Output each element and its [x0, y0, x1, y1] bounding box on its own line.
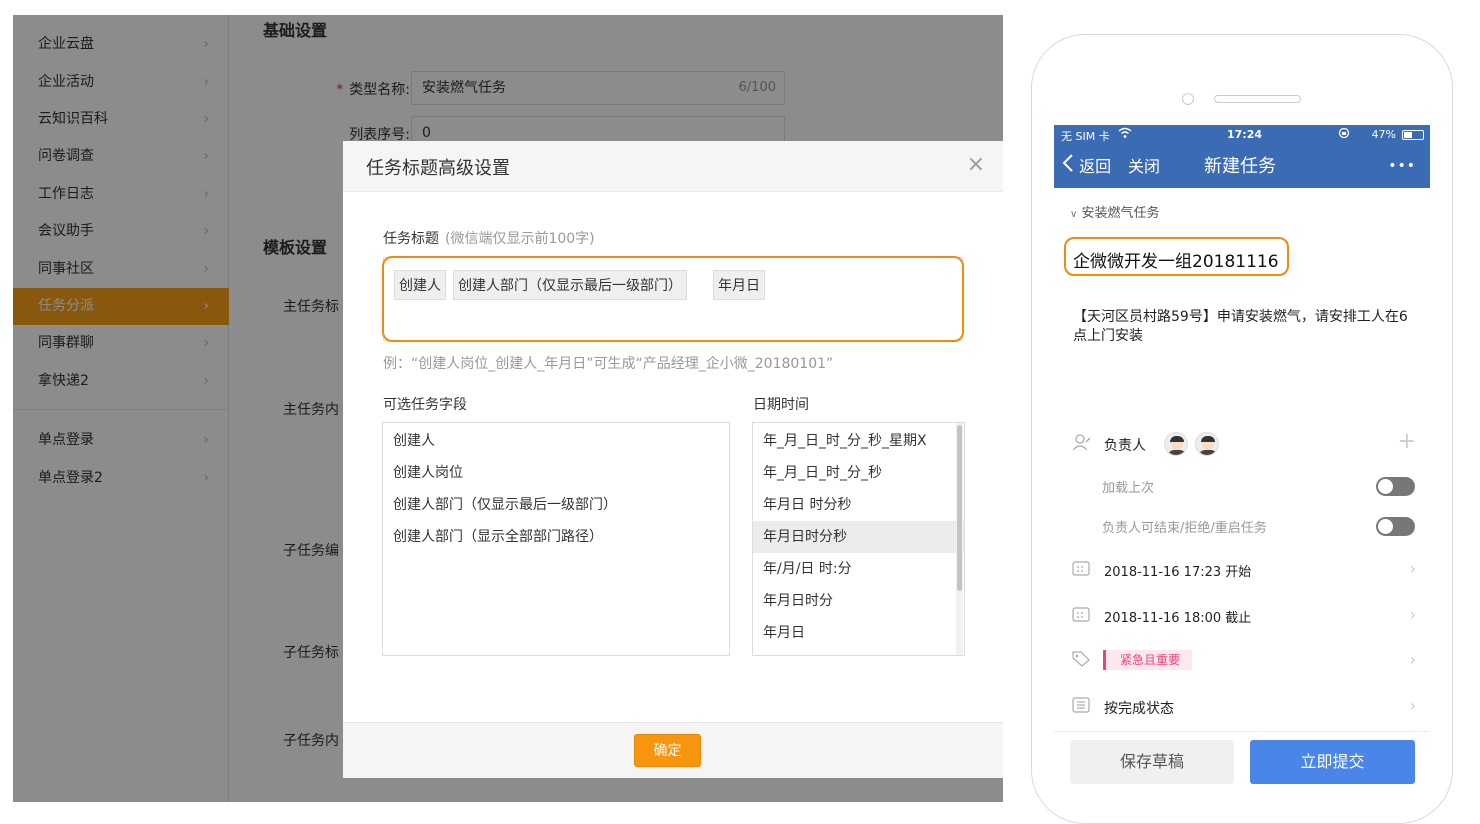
scrollbar-thumb[interactable]	[957, 425, 962, 591]
owner-row[interactable]: 负责人 +	[1054, 429, 1430, 459]
list-item[interactable]: 创建人部门（显示全部部门路径）	[383, 521, 729, 553]
datetime-label: 日期时间	[753, 397, 809, 413]
avatar[interactable]	[1195, 432, 1219, 456]
dialog-footer: 确定	[343, 722, 1003, 778]
task-title-label-text: 任务标题	[383, 231, 439, 247]
list-item[interactable]: 创建人部门（仅显示最后一级部门）	[383, 489, 729, 521]
confirm-button[interactable]: 确定	[634, 734, 701, 767]
task-title-label: 任务标题 (微信端仅显示前100字)	[383, 228, 595, 248]
owner-permission-row: 负责人可结束/拒绝/重启任务	[1054, 515, 1430, 537]
priority-badge: 紧急且重要	[1103, 650, 1193, 670]
task-type-label: 安装燃气任务	[1081, 206, 1160, 221]
list-item[interactable]: 年/月/日 时:分	[753, 553, 964, 585]
list-item[interactable]: 年_月_日_时_分_秒_星期X	[753, 425, 964, 457]
fields-label: 可选任务字段	[383, 397, 467, 413]
task-type-selector[interactable]: ∨ 安装燃气任务	[1070, 202, 1430, 221]
list-icon	[1072, 697, 1090, 717]
battery-level	[1404, 132, 1412, 138]
chevron-right-icon: ›	[1409, 605, 1416, 624]
fields-list: 创建人 创建人岗位 创建人部门（仅显示最后一级部门） 创建人部门（显示全部部门路…	[382, 422, 730, 656]
camera-icon	[1182, 93, 1194, 105]
battery-percent: 47%	[1371, 128, 1396, 141]
end-time: 2018-11-16 18:00 截止	[1104, 611, 1252, 626]
avatar[interactable]	[1164, 432, 1188, 456]
close-button[interactable]: 关闭	[1128, 145, 1160, 188]
chevron-down-icon: ∨	[1070, 209, 1078, 220]
priority-row[interactable]: 紧急且重要 ›	[1054, 648, 1430, 672]
speaker-icon	[1214, 95, 1301, 103]
scrollbar[interactable]	[956, 423, 963, 655]
load-last-row: 加载上次	[1054, 475, 1430, 497]
more-icon[interactable]: •••	[1388, 145, 1416, 188]
example-text: 例：“创建人岗位_创建人_年月日”可生成“产品经理_企小微_20180101”	[383, 356, 834, 372]
dialog-title: 任务标题高级设置	[366, 158, 510, 179]
list-item[interactable]: 年月日	[753, 617, 964, 649]
datetime-list: 年_月_日_时_分_秒_星期X 年_月_日_时_分_秒 年月日 时分秒 年月日时…	[752, 422, 965, 656]
title-settings-dialog: 任务标题高级设置 × 任务标题 (微信端仅显示前100字) 创建人 创建人部门（仅…	[343, 141, 1003, 778]
load-last-label: 加载上次	[1102, 481, 1155, 496]
chevron-right-icon: ›	[1409, 696, 1416, 715]
dialog-header: 任务标题高级设置 ×	[343, 141, 1003, 192]
tag-icon	[1072, 651, 1090, 671]
back-button[interactable]: 返回	[1062, 145, 1111, 189]
owner-permission-toggle[interactable]	[1376, 517, 1415, 536]
task-title-hint: (微信端仅显示前100字)	[445, 231, 595, 247]
list-item[interactable]: 年_月_日_时_分_秒	[753, 457, 964, 489]
nav-title: 新建任务	[1204, 156, 1276, 177]
list-item[interactable]: 年月日 时分秒	[753, 489, 964, 521]
chevron-right-icon: ›	[1409, 559, 1416, 578]
load-last-toggle[interactable]	[1376, 477, 1415, 496]
nav-bar: 返回 关闭 新建任务 •••	[1054, 145, 1430, 188]
add-owner-icon[interactable]: +	[1398, 429, 1416, 454]
status-bar: 无 SIM 卡 17:24 47%	[1054, 125, 1430, 145]
calendar-icon	[1072, 606, 1090, 626]
chevron-right-icon: ›	[1409, 650, 1416, 669]
divider	[1054, 731, 1430, 732]
highlight-ring	[382, 256, 964, 342]
close-icon[interactable]: ×	[967, 153, 985, 177]
battery-icon	[1402, 130, 1424, 140]
owner-label: 负责人	[1104, 438, 1146, 454]
start-time-row[interactable]: 2018-11-16 17:23 开始 ›	[1054, 557, 1430, 581]
end-time-row[interactable]: 2018-11-16 18:00 截止 ›	[1054, 603, 1430, 627]
highlight-ring	[1064, 237, 1289, 276]
completion-mode: 按完成状态	[1104, 701, 1174, 717]
carrier-text: 无 SIM 卡	[1061, 130, 1110, 143]
calendar-icon	[1072, 560, 1090, 580]
task-content-field[interactable]: 【天河区员村路59号】申请安装燃气，请安排工人在6点上门安装	[1073, 308, 1408, 346]
phone-screen: 无 SIM 卡 17:24 47% 返回 关闭 新建任务 ••• ∨ 安装燃气任…	[1054, 125, 1430, 802]
list-item[interactable]: 年月日时分	[753, 585, 964, 617]
chevron-left-icon	[1062, 146, 1074, 189]
lock-rotation-icon	[1338, 127, 1350, 142]
completion-mode-row[interactable]: 按完成状态 ›	[1054, 694, 1430, 718]
list-item[interactable]: 创建人岗位	[383, 457, 729, 489]
save-draft-button[interactable]: 保存草稿	[1070, 740, 1234, 784]
start-time: 2018-11-16 17:23 开始	[1104, 565, 1252, 580]
submit-button[interactable]: 立即提交	[1250, 740, 1415, 784]
clock: 17:24	[1227, 128, 1263, 141]
owner-permission-label: 负责人可结束/拒绝/重启任务	[1102, 521, 1267, 536]
person-icon	[1072, 433, 1092, 455]
list-item-selected[interactable]: 年月日时分秒	[753, 521, 964, 553]
back-label: 返回	[1079, 157, 1112, 176]
wifi-icon	[1118, 127, 1132, 142]
list-item[interactable]: 创建人	[383, 425, 729, 457]
